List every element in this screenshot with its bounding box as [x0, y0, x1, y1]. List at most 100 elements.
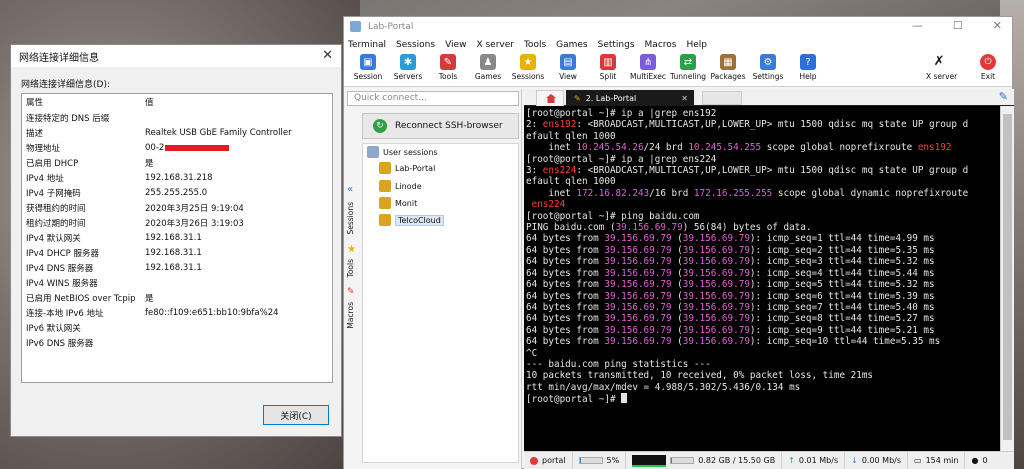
side-tab-macros[interactable]: Macros: [346, 302, 355, 329]
reconnect-ssh-browser-button[interactable]: ↻ Reconnect SSH-browser: [362, 113, 519, 139]
terminal-line: 64 bytes from 39.156.69.79 (39.156.69.79…: [526, 245, 998, 256]
xserver-button[interactable]: ✗ X server: [926, 53, 957, 81]
menu-item-tools[interactable]: Tools: [524, 40, 546, 50]
servers-icon: ✱: [400, 54, 416, 70]
terminal-text: (: [671, 324, 683, 336]
tree-item-telcocloud[interactable]: TelcoCloud: [379, 214, 444, 226]
quick-connect-input[interactable]: Quick connect...: [347, 91, 519, 106]
sessions-tree: User sessions Lab-Portal Linode Monit Te…: [362, 143, 519, 463]
menu-item-sessions[interactable]: Sessions: [396, 40, 435, 50]
close-icon[interactable]: ✕: [322, 48, 333, 63]
collapse-icon[interactable]: «: [347, 184, 353, 195]
menu-bar: Terminal Sessions View X server Tools Games Se…: [344, 37, 1012, 53]
scrollbar-thumb[interactable]: [1003, 114, 1012, 440]
property-value: 192.168.31.1: [145, 262, 202, 273]
host-label: portal: [542, 456, 566, 465]
toolbar-sessions-button[interactable]: ★ Sessions: [508, 53, 548, 81]
toolbar-session-button[interactable]: ▣ Session: [348, 53, 388, 81]
toolbar-help-button[interactable]: ? Help: [788, 53, 828, 81]
terminal-text: 3:: [526, 165, 543, 177]
details-row[interactable]: IPv4 子网掩码 255.255.255.0: [22, 185, 332, 200]
toolbar-tunneling-button[interactable]: ⇄ Tunneling: [668, 53, 708, 81]
details-row[interactable]: 已启用 DHCP 是: [22, 155, 332, 170]
terminal-scrollbar[interactable]: [1000, 106, 1014, 451]
details-row[interactable]: 获得租约的时间 2020年3月25日 9:19:04: [22, 200, 332, 215]
side-tab-tools[interactable]: Tools: [346, 259, 355, 277]
tree-item-monit[interactable]: Monit: [379, 197, 417, 209]
terminal-output[interactable]: [root@portal ~]# ip a |grep ens192 2: ens…: [524, 106, 1000, 451]
power-icon: ⏻: [980, 54, 996, 70]
toolbar-settings-button[interactable]: ⚙ Settings: [748, 53, 788, 81]
property-value: 是: [145, 293, 154, 304]
tree-item-lab-portal[interactable]: Lab-Portal: [379, 162, 435, 174]
menu-item-x-server[interactable]: X server: [476, 40, 514, 50]
toolbar-split-button[interactable]: ▥ Split: [588, 53, 628, 81]
terminal-text: /16 brd: [649, 187, 694, 199]
details-row[interactable]: 物理地址 00-2: [22, 140, 332, 155]
details-row[interactable]: 连接特定的 DNS 后缀: [22, 110, 332, 125]
tree-root-user-sessions[interactable]: User sessions: [367, 146, 438, 158]
menu-item-help[interactable]: Help: [686, 40, 707, 50]
exit-button[interactable]: ⏻ Exit: [980, 53, 996, 81]
property-name: 租约过期的时间: [26, 218, 86, 229]
details-list[interactable]: 属性 值 连接特定的 DNS 后缀 描述 Realtek USB GbE Famil…: [21, 93, 333, 383]
details-row[interactable]: IPv4 默认网关 192.168.31.1: [22, 230, 332, 245]
side-tab-sessions[interactable]: Sessions: [346, 202, 355, 235]
toolbar-label: MultiExec: [629, 72, 667, 81]
status-download: ↓ 0.00 Mb/s: [845, 451, 909, 469]
menu-item-view[interactable]: View: [445, 40, 466, 50]
toolbar-servers-button[interactable]: ✱ Servers: [388, 53, 428, 81]
memory-label: 0.82 GB / 15.50 GB: [698, 456, 776, 465]
new-tab-button[interactable]: [702, 91, 742, 105]
details-row[interactable]: IPv4 WINS 服务器: [22, 275, 332, 290]
tree-item-linode[interactable]: Linode: [379, 180, 422, 192]
home-tab[interactable]: [536, 90, 564, 106]
details-header-row: 属性 值: [22, 94, 332, 110]
toolbar-multiexec-button[interactable]: ⋔ MultiExec: [628, 53, 668, 81]
details-row[interactable]: IPv4 地址 192.168.31.218: [22, 170, 332, 185]
terminal-tab-icon: ✎: [574, 93, 581, 103]
tab-close-icon[interactable]: ✕: [681, 94, 688, 103]
details-row[interactable]: 已启用 NetBIOS over Tcpip 是: [22, 290, 332, 305]
terminal-text: 64 bytes from: [526, 336, 605, 348]
games-icon: ♟: [480, 54, 496, 70]
tab-lab-portal[interactable]: ✎ 2. Lab-Portal ✕: [566, 90, 694, 106]
details-row[interactable]: 连接-本地 IPv6 地址 fe80::f109:e651:bb10:9bfa%2…: [22, 305, 332, 320]
terminal-text: 39.156.69.79: [604, 290, 672, 302]
terminal-line: ^C: [526, 348, 998, 359]
toolbar-packages-button[interactable]: ▦ Packages: [708, 53, 748, 81]
minimize-icon[interactable]: —: [912, 19, 923, 32]
terminal-text: rtt min/avg/max/mdev = 4.988/5.302/5.436…: [526, 381, 801, 393]
terminal-line: 3: ens224: <BROADCAST,MULTICAST,UP,LOWER…: [526, 165, 998, 176]
home-icon: [546, 94, 556, 103]
terminal-text: (: [671, 290, 683, 302]
menu-item-macros[interactable]: Macros: [645, 40, 677, 50]
menu-item-settings[interactable]: Settings: [598, 40, 635, 50]
terminal-text: ens224: [531, 199, 566, 211]
details-row[interactable]: IPv4 DHCP 服务器 192.168.31.1: [22, 245, 332, 260]
tree-item-label: TelcoCloud: [395, 214, 444, 226]
terminal-text: 39.156.69.79: [604, 324, 672, 336]
toolbar-tools-button[interactable]: ✎ Tools: [428, 53, 468, 81]
details-row[interactable]: 租约过期的时间 2020年3月26日 3:19:03: [22, 215, 332, 230]
details-row[interactable]: IPv6 默认网关: [22, 320, 332, 335]
view-icon: ▤: [560, 54, 576, 70]
paperclip-icon[interactable]: ✎: [999, 90, 1008, 103]
maximize-icon[interactable]: ☐: [953, 19, 963, 32]
details-row[interactable]: IPv4 DNS 服务器 192.168.31.1: [22, 260, 332, 275]
terminal-text: ): icmp_seq=10 ttl=44 time=5.35 ms: [749, 336, 941, 348]
terminal-text: : <BROADCAST,MULTICAST,UP,LOWER_UP> mtu …: [576, 119, 969, 131]
menu-item-games[interactable]: Games: [556, 40, 587, 50]
close-button[interactable]: 关闭(C): [263, 405, 329, 425]
toolbar-view-button[interactable]: ▤ View: [548, 53, 588, 81]
details-row[interactable]: 描述 Realtek USB GbE Family Controller: [22, 125, 332, 140]
terminal-line: efault qlen 1000: [526, 131, 998, 142]
terminal-text: [root@portal ~]# ip a |grep ens224: [526, 153, 717, 165]
status-cpu: 5%: [573, 451, 627, 469]
terminal-text: 39.156.69.79: [682, 290, 750, 302]
details-row[interactable]: IPv6 DNS 服务器: [22, 335, 332, 350]
toolbar-games-button[interactable]: ♟ Games: [468, 53, 508, 81]
window-close-icon[interactable]: ✕: [993, 19, 1002, 32]
menu-item-terminal[interactable]: Terminal: [348, 40, 386, 50]
toolbar-label: View: [559, 72, 577, 81]
